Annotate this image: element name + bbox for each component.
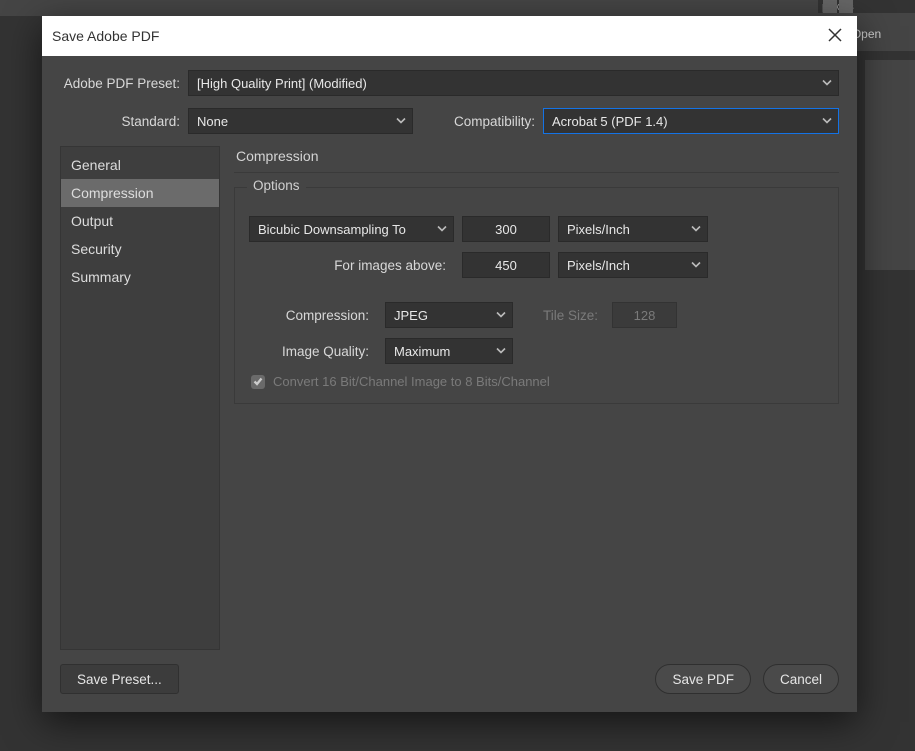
above-row: For images above: Pixels/Inch bbox=[249, 252, 824, 278]
options-fieldset: Options Bicubic Downsampling To Pixels/I… bbox=[234, 187, 839, 404]
tile-size-field bbox=[621, 308, 668, 323]
options-legend: Options bbox=[247, 178, 306, 193]
downsample-row: Bicubic Downsampling To Pixels/Inch bbox=[249, 216, 824, 242]
convert-16bit-checkbox bbox=[251, 375, 265, 389]
convert-16bit-row: Convert 16 Bit/Channel Image to 8 Bits/C… bbox=[249, 374, 824, 389]
save-pdf-dialog: Save Adobe PDF Adobe PDF Preset: [High Q… bbox=[42, 16, 857, 712]
preset-label: Adobe PDF Preset: bbox=[60, 76, 188, 91]
compression-value: JPEG bbox=[394, 308, 428, 323]
standard-select[interactable]: None bbox=[188, 108, 413, 134]
panel-title: Compression bbox=[234, 146, 839, 173]
chevron-down-icon bbox=[822, 76, 832, 91]
dialog-body: Adobe PDF Preset: [High Quality Print] (… bbox=[42, 56, 857, 712]
sidebar-item-label: Compression bbox=[71, 185, 153, 201]
sidebar-item-security[interactable]: Security bbox=[61, 235, 219, 263]
category-sidebar: General Compression Output Security Summ… bbox=[60, 146, 220, 650]
standard-value: None bbox=[197, 114, 228, 129]
chevron-down-icon bbox=[496, 344, 506, 359]
compression-select[interactable]: JPEG bbox=[385, 302, 513, 328]
above-unit-value: Pixels/Inch bbox=[567, 258, 630, 273]
sidebar-item-compression[interactable]: Compression bbox=[61, 179, 219, 207]
downsample-unit-select[interactable]: Pixels/Inch bbox=[558, 216, 708, 242]
sidebar-item-general[interactable]: General bbox=[61, 151, 219, 179]
compatibility-value: Acrobat 5 (PDF 1.4) bbox=[552, 114, 668, 129]
dialog-mid: General Compression Output Security Summ… bbox=[60, 146, 839, 650]
compression-row: Compression: JPEG Tile Size: bbox=[249, 302, 824, 328]
dialog-footer: Save Preset... Save PDF Cancel bbox=[60, 664, 839, 694]
cancel-label: Cancel bbox=[780, 672, 822, 687]
close-icon bbox=[828, 28, 842, 45]
cancel-button[interactable]: Cancel bbox=[763, 664, 839, 694]
downsample-unit-value: Pixels/Inch bbox=[567, 222, 630, 237]
background-side-panel bbox=[865, 60, 915, 270]
quality-label: Image Quality: bbox=[249, 344, 377, 359]
quality-value: Maximum bbox=[394, 344, 450, 359]
sidebar-item-label: Summary bbox=[71, 269, 131, 285]
preset-row: Adobe PDF Preset: [High Quality Print] (… bbox=[60, 70, 839, 96]
checkmark-icon bbox=[253, 374, 263, 389]
chevron-down-icon bbox=[691, 258, 701, 273]
above-value-input[interactable] bbox=[462, 252, 550, 278]
quality-row: Image Quality: Maximum bbox=[249, 338, 824, 364]
quality-select[interactable]: Maximum bbox=[385, 338, 513, 364]
sidebar-item-summary[interactable]: Summary bbox=[61, 263, 219, 291]
above-unit-select[interactable]: Pixels/Inch bbox=[558, 252, 708, 278]
dialog-titlebar: Save Adobe PDF bbox=[42, 16, 857, 56]
save-pdf-label: Save PDF bbox=[672, 672, 734, 687]
save-preset-button[interactable]: Save Preset... bbox=[60, 664, 179, 694]
downsample-value-field[interactable] bbox=[471, 222, 541, 237]
chevron-down-icon bbox=[496, 308, 506, 323]
save-preset-label: Save Preset... bbox=[77, 672, 162, 687]
compression-label: Compression: bbox=[249, 308, 377, 323]
chevron-down-icon bbox=[691, 222, 701, 237]
downsample-value-input[interactable] bbox=[462, 216, 550, 242]
convert-16bit-label: Convert 16 Bit/Channel Image to 8 Bits/C… bbox=[273, 374, 550, 389]
above-value-field[interactable] bbox=[471, 258, 541, 273]
sidebar-item-label: Security bbox=[71, 241, 122, 257]
compatibility-label: Compatibility: bbox=[413, 114, 543, 129]
sidebar-item-label: General bbox=[71, 157, 121, 173]
save-pdf-button[interactable]: Save PDF bbox=[655, 664, 751, 694]
tile-size-label: Tile Size: bbox=[543, 308, 604, 323]
sidebar-item-output[interactable]: Output bbox=[61, 207, 219, 235]
close-button[interactable] bbox=[823, 24, 847, 48]
standard-label: Standard: bbox=[60, 114, 188, 129]
chevron-down-icon bbox=[396, 114, 406, 129]
footer-right: Save PDF Cancel bbox=[655, 664, 839, 694]
dialog-title: Save Adobe PDF bbox=[52, 28, 159, 44]
panel-thumbnails bbox=[823, 0, 855, 13]
background-header bbox=[0, 0, 915, 16]
standard-compat-row: Standard: None Compatibility: Acrobat 5 … bbox=[60, 108, 839, 134]
panel-content: Compression Options Bicubic Downsampling… bbox=[234, 146, 839, 650]
chevron-down-icon bbox=[437, 222, 447, 237]
above-label: For images above: bbox=[249, 258, 454, 273]
chevron-down-icon bbox=[822, 114, 832, 129]
downsample-method-select[interactable]: Bicubic Downsampling To bbox=[249, 216, 454, 242]
preset-value: [High Quality Print] (Modified) bbox=[197, 76, 367, 91]
tile-size-input bbox=[612, 302, 677, 328]
sidebar-item-label: Output bbox=[71, 213, 113, 229]
preset-select[interactable]: [High Quality Print] (Modified) bbox=[188, 70, 839, 96]
downsample-method-value: Bicubic Downsampling To bbox=[258, 222, 406, 237]
compatibility-select[interactable]: Acrobat 5 (PDF 1.4) bbox=[543, 108, 839, 134]
